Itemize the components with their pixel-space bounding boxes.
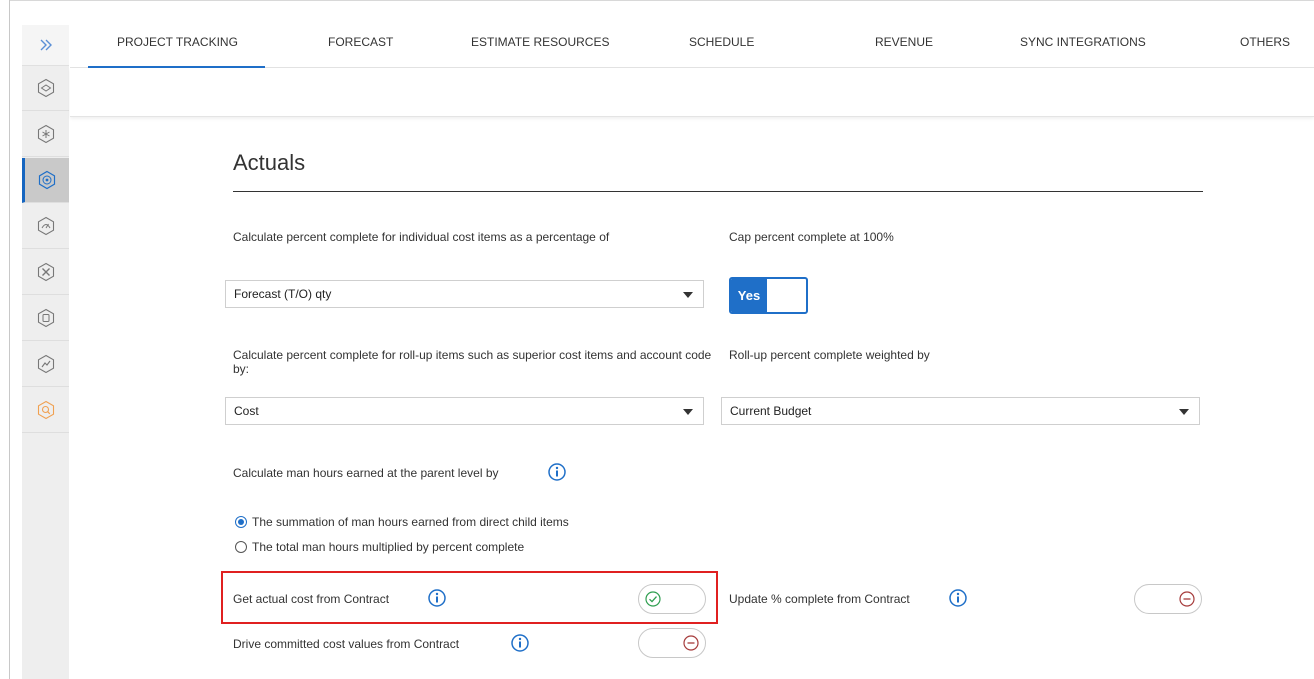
network-icon	[37, 124, 54, 144]
man-hours-option-summation[interactable]: The summation of man hours earned from d…	[235, 515, 569, 529]
nav-item-network[interactable]	[22, 112, 69, 157]
tab-project-tracking[interactable]: PROJECT TRACKING	[88, 25, 265, 68]
committed-cost-label: Drive committed cost values from Contrac…	[233, 637, 460, 651]
tab-sync-integrations[interactable]: SYNC INTEGRATIONS	[1020, 25, 1146, 67]
chevron-down-icon	[683, 292, 693, 298]
section-divider	[233, 191, 1203, 192]
option-total-label: The total man hours multiplied by percen…	[252, 540, 525, 554]
actual-cost-label: Get actual cost from Contract	[233, 592, 390, 606]
rollup-weighted-value: Current Budget	[730, 404, 812, 418]
tab-revenue[interactable]: REVENUE	[875, 25, 933, 67]
option-summation-label: The summation of man hours earned from d…	[252, 515, 569, 529]
tab-schedule[interactable]: SCHEDULE	[689, 25, 754, 67]
expand-nav-button[interactable]	[22, 25, 69, 65]
nav-item-cube[interactable]	[22, 66, 69, 111]
percent-complete-value: Forecast (T/O) qty	[234, 287, 332, 301]
chevron-down-icon	[683, 409, 693, 415]
nav-item-tools[interactable]	[22, 250, 69, 295]
nav-item-chart[interactable]	[22, 342, 69, 387]
rollup-select[interactable]: Cost	[225, 397, 704, 425]
toggle-knob	[769, 279, 806, 312]
info-icon[interactable]	[949, 589, 967, 607]
radio-unselected[interactable]	[235, 541, 247, 553]
tab-estimate-resources[interactable]: ESTIMATE RESOURCES	[471, 25, 609, 67]
double-chevron-right-icon	[40, 39, 52, 51]
target-icon	[38, 170, 56, 190]
info-icon[interactable]	[548, 463, 566, 481]
tools-icon	[37, 262, 54, 282]
section-title: Actuals	[233, 150, 306, 175]
rollup-label: Calculate percent complete for roll-up i…	[233, 348, 712, 376]
cube-icon	[37, 78, 54, 98]
chevron-down-icon	[1179, 409, 1189, 415]
nav-item-shield[interactable]	[22, 296, 69, 341]
gauge-icon	[37, 216, 54, 236]
nav-item-gauge[interactable]	[22, 204, 69, 249]
minus-circle-icon	[683, 635, 699, 651]
search-icon	[37, 400, 54, 420]
percent-complete-select[interactable]: Forecast (T/O) qty	[225, 280, 704, 308]
man-hours-option-total[interactable]: The total man hours multiplied by percen…	[235, 540, 524, 554]
tab-forecast[interactable]: FORECAST	[328, 25, 393, 67]
shield-icon	[37, 308, 54, 328]
window-left-border	[9, 0, 10, 679]
man-hours-label: Calculate man hours earned at the parent…	[233, 466, 499, 480]
nav-item-search[interactable]	[22, 388, 69, 433]
chart-icon	[37, 354, 54, 374]
minus-circle-icon	[1179, 591, 1195, 607]
check-circle-icon	[645, 591, 661, 607]
committed-cost-toggle[interactable]	[638, 628, 706, 658]
nav-item-target[interactable]	[22, 158, 69, 203]
top-tab-bar: PROJECT TRACKING FORECAST ESTIMATE RESOU…	[70, 25, 1314, 68]
rollup-weighted-select[interactable]: Current Budget	[721, 397, 1200, 425]
toggle-on-label: Yes	[731, 279, 767, 312]
info-icon[interactable]	[511, 634, 529, 652]
sub-toolbar	[70, 68, 1314, 117]
cap-percent-toggle[interactable]: Yes	[729, 277, 808, 314]
update-percent-label: Update % complete from Contract	[729, 592, 910, 606]
rollup-value: Cost	[234, 404, 259, 418]
tab-others[interactable]: OTHERS	[1240, 25, 1290, 67]
rollup-weighted-label: Roll-up percent complete weighted by	[729, 348, 930, 362]
radio-selected[interactable]	[235, 516, 247, 528]
window-top-border	[9, 0, 1314, 1]
actual-cost-toggle[interactable]	[638, 584, 706, 614]
percent-complete-label: Calculate percent complete for individua…	[233, 230, 610, 244]
info-icon[interactable]	[428, 589, 446, 607]
cap-percent-label: Cap percent complete at 100%	[729, 230, 894, 244]
update-percent-toggle[interactable]	[1134, 584, 1202, 614]
